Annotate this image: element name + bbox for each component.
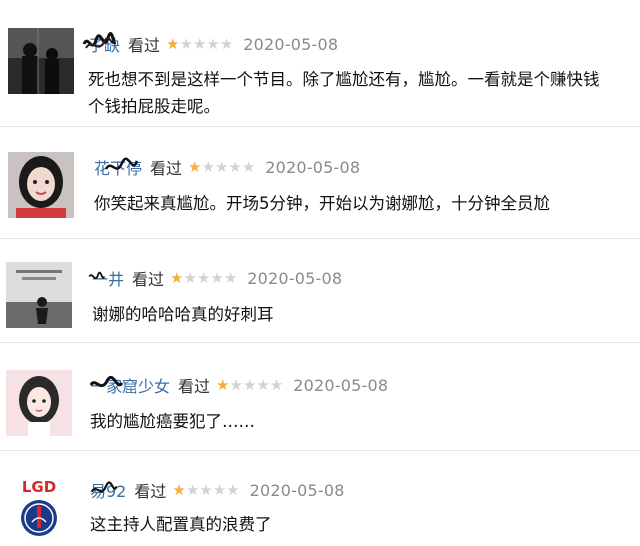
star-empty-icon: ★ [214,157,229,176]
comment-line: 这主持人配置真的浪费了 [90,515,272,534]
review-date: 2020-05-08 [293,375,389,395]
star-empty-icon: ★ [226,480,240,499]
review-meta: 花下停 看过 ★ ★ ★ ★ ★ 2020-05-08 [94,155,360,179]
watched-label: 看过 [178,377,211,396]
redaction-scribble [88,271,106,280]
star-rating: ★ ★ ★ ★ ★ [216,375,284,394]
star-filled-icon: ★ [166,34,180,53]
divider [0,342,640,343]
star-empty-icon: ★ [183,268,197,287]
comment-line: 谢娜的哈哈哈真的好刺耳 [92,305,274,324]
star-empty-icon: ★ [228,157,242,176]
comment-line: 个钱拍屁股走呢。 [88,97,220,116]
review-date: 2020-05-08 [247,268,343,288]
divider [0,450,640,451]
username-link[interactable]: 子缺 [82,32,120,56]
star-rating: ★ ★ ★ ★ ★ [188,157,256,176]
star-empty-icon: ★ [192,34,207,53]
lgd-logo-text: LGD [22,478,56,496]
username-link[interactable]: 易92 [90,478,126,502]
star-empty-icon: ★ [229,375,243,394]
star-filled-icon: ★ [170,268,184,287]
redaction-scribble [90,481,118,493]
comment-line: 你笑起来真尴尬。开场5分钟，开始以为谢娜尬，十分钟全员尬 [94,194,550,213]
star-rating: ★ ★ ★ ★ ★ [172,480,240,499]
star-empty-icon: ★ [210,268,224,287]
star-empty-icon: ★ [269,375,284,394]
star-empty-icon: ★ [201,157,215,176]
username-link[interactable]: 花下停 [94,155,142,179]
watched-label: 看过 [150,159,183,178]
review-meta: 易92 看过 ★ ★ ★ ★ ★ 2020-05-08 [90,478,345,502]
review-date: 2020-05-08 [243,34,339,54]
comment-line: 死也想不到是这样一个节目。除了尴尬还有，尴尬。一看就是个赚快钱 [88,70,600,89]
star-filled-icon: ★ [172,480,186,499]
review-meta: 一井 看过 ★ ★ ★ ★ ★ 2020-05-08 [88,266,343,290]
avatar[interactable] [8,152,74,218]
comment-text: 这主持人配置真的浪费了 [90,511,640,538]
watched-label: 看过 [132,270,165,289]
avatar[interactable] [6,370,72,436]
username-link[interactable]: 一家窟少女 [89,373,170,397]
comment-line: 我的尴尬癌要犯了…… [90,412,255,431]
star-empty-icon: ★ [212,480,227,499]
avatar[interactable] [8,28,74,94]
avatar[interactable] [6,262,72,328]
avatar[interactable]: LGD [6,474,72,540]
comment-text: 你笑起来真尴尬。开场5分钟，开始以为谢娜尬，十分钟全员尬 [94,190,640,217]
watched-label: 看过 [134,482,167,501]
comment-text: 我的尴尬癌要犯了…… [90,408,640,435]
watched-label: 看过 [128,36,161,55]
star-empty-icon: ★ [223,268,238,287]
star-rating: ★ ★ ★ ★ ★ [170,268,238,287]
star-rating: ★ ★ ★ ★ ★ [166,34,234,53]
star-empty-icon: ★ [199,480,213,499]
review-date: 2020-05-08 [265,157,361,177]
star-empty-icon: ★ [206,34,220,53]
comment-text: 谢娜的哈哈哈真的好刺耳 [92,301,640,328]
star-empty-icon: ★ [241,157,256,176]
star-empty-icon: ★ [185,480,200,499]
star-filled-icon: ★ [188,157,202,176]
divider [0,238,640,239]
redaction-scribble [82,32,116,49]
star-empty-icon: ★ [256,375,270,394]
divider [0,126,640,127]
comment-text: 死也想不到是这样一个节目。除了尴尬还有，尴尬。一看就是个赚快钱 个钱拍屁股走呢。 [88,66,640,120]
star-filled-icon: ★ [216,375,230,394]
star-empty-icon: ★ [219,34,234,53]
redaction-scribble [89,375,124,388]
review-meta: 子缺 看过 ★ ★ ★ ★ ★ 2020-05-08 [82,32,339,56]
review-meta: 一家窟少女 看过 ★ ★ ★ ★ ★ 2020-05-08 [89,373,389,397]
star-empty-icon: ★ [179,34,193,53]
redaction-scribble [104,157,138,170]
star-empty-icon: ★ [242,375,257,394]
review-date: 2020-05-08 [249,480,345,500]
star-empty-icon: ★ [196,268,211,287]
username-link[interactable]: 一井 [88,266,124,290]
